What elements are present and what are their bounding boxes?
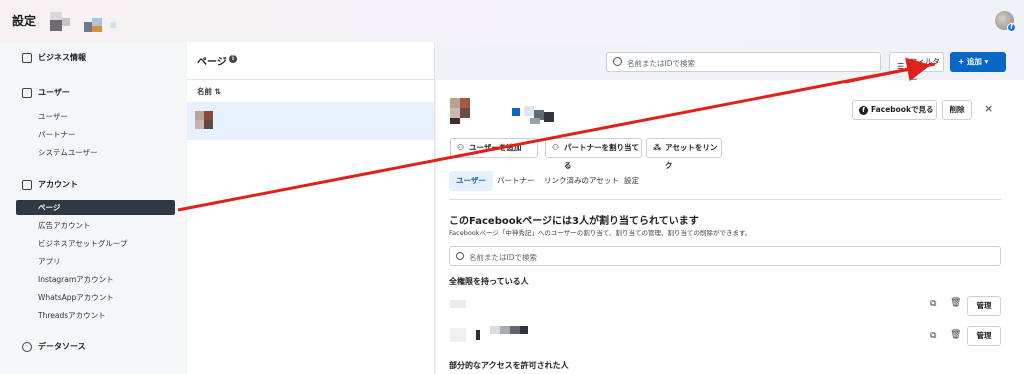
- annotation-arrow-short: [844, 62, 936, 84]
- annotation-arrow: [177, 57, 931, 212]
- annotation-arrows: [177, 57, 936, 212]
